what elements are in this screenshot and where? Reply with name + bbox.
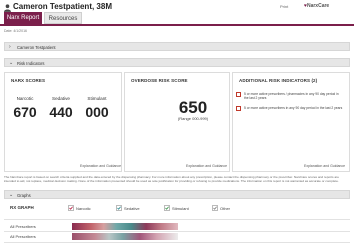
narxcare-logo: ♥NarxCare [304, 3, 329, 9]
legend-swatch-stimulant[interactable] [164, 205, 170, 211]
sedative-score: 440 [49, 104, 73, 120]
checkmark-icon [117, 206, 121, 210]
overdose-title: OVERDOSE RISK SCORE [131, 78, 188, 83]
legend-narcotic: Narcotic [76, 205, 91, 211]
additional-risk-card: ADDITIONAL RISK INDICATORS (2) [232, 72, 350, 172]
legend-sedative: Sedative [124, 205, 140, 211]
patient-section-header[interactable]: › Cameron Testpatient [4, 42, 350, 51]
overdose-explanation-link[interactable]: Explanation and Guidance [186, 164, 227, 168]
tab-narx-report[interactable]: Narx Report [4, 12, 42, 24]
risk-section-label: Risk Indicators [17, 60, 45, 66]
narcotic-label: Narcotic [16, 96, 34, 101]
rx-timeline-bar [72, 233, 178, 240]
chevron-down-icon: ⌄ [9, 192, 14, 198]
risk-section-header[interactable]: ⌄ Risk Indicators [4, 58, 350, 67]
row-divider [4, 219, 350, 220]
rx-timeline-bar [72, 223, 178, 230]
risk-flag-icon [236, 106, 241, 111]
legend-swatch-sedative[interactable] [116, 205, 122, 211]
row-divider [4, 242, 350, 243]
row-label: All Prescribers [10, 224, 36, 229]
row-divider [4, 231, 350, 232]
tab-underline [0, 24, 354, 26]
graphs-section-header[interactable]: ⌄ Graphs [4, 190, 350, 199]
user-icon [4, 4, 11, 12]
report-date: Date: 4/1/2016 [4, 29, 27, 33]
risk-indicator-item: 5 or more active prescribers in any 90 d… [244, 105, 343, 110]
patient-name: Cameron Testpatient, 38M [13, 2, 112, 11]
chevron-right-icon: › [9, 44, 11, 50]
overdose-card: OVERDOSE RISK SCORE [124, 72, 230, 172]
risk-flag-icon [236, 92, 241, 97]
overdose-range: (Range 000-999) [177, 116, 209, 121]
checkmark-icon [213, 206, 217, 210]
stimulant-label: Stimulant [87, 96, 107, 101]
legend-other: Other [220, 205, 231, 211]
legend-stimulant: Stimulant [172, 205, 189, 211]
additional-risk-title: ADDITIONAL RISK INDICATORS (2) [239, 78, 318, 83]
chevron-down-icon: ⌄ [9, 60, 14, 66]
checkmark-icon [165, 206, 169, 210]
sedative-label: Sedative [52, 96, 70, 101]
patient-section-label: Cameron Testpatient [17, 44, 56, 50]
narx-scores-title: NARX SCORES [11, 78, 46, 83]
disclaimer-text: The NarxCare report is based on search c… [4, 175, 339, 183]
checkmark-icon [69, 206, 73, 210]
risk-explanation-link[interactable]: Explanation and Guidance [304, 164, 345, 168]
stimulant-score: 000 [85, 104, 109, 120]
row-label: All Prescribers [10, 234, 36, 239]
rx-graph-title: RX GRAPH [10, 205, 34, 210]
narx-scores-card: NARX SCORES [4, 72, 122, 172]
graphs-section-label: Graphs [17, 192, 31, 198]
risk-indicator-item: 5 or more active prescribers / pharmacie… [244, 91, 339, 100]
logo-text: NarxCare [306, 3, 330, 9]
legend-swatch-other[interactable] [212, 205, 218, 211]
legend-swatch-narcotic[interactable] [68, 205, 74, 211]
print-link[interactable]: Print [280, 4, 288, 9]
narcotic-score: 670 [13, 104, 37, 120]
tab-resources[interactable]: Resources [44, 12, 82, 24]
overdose-score: 650 [178, 98, 208, 117]
narx-explanation-link[interactable]: Explanation and Guidance [80, 164, 121, 168]
